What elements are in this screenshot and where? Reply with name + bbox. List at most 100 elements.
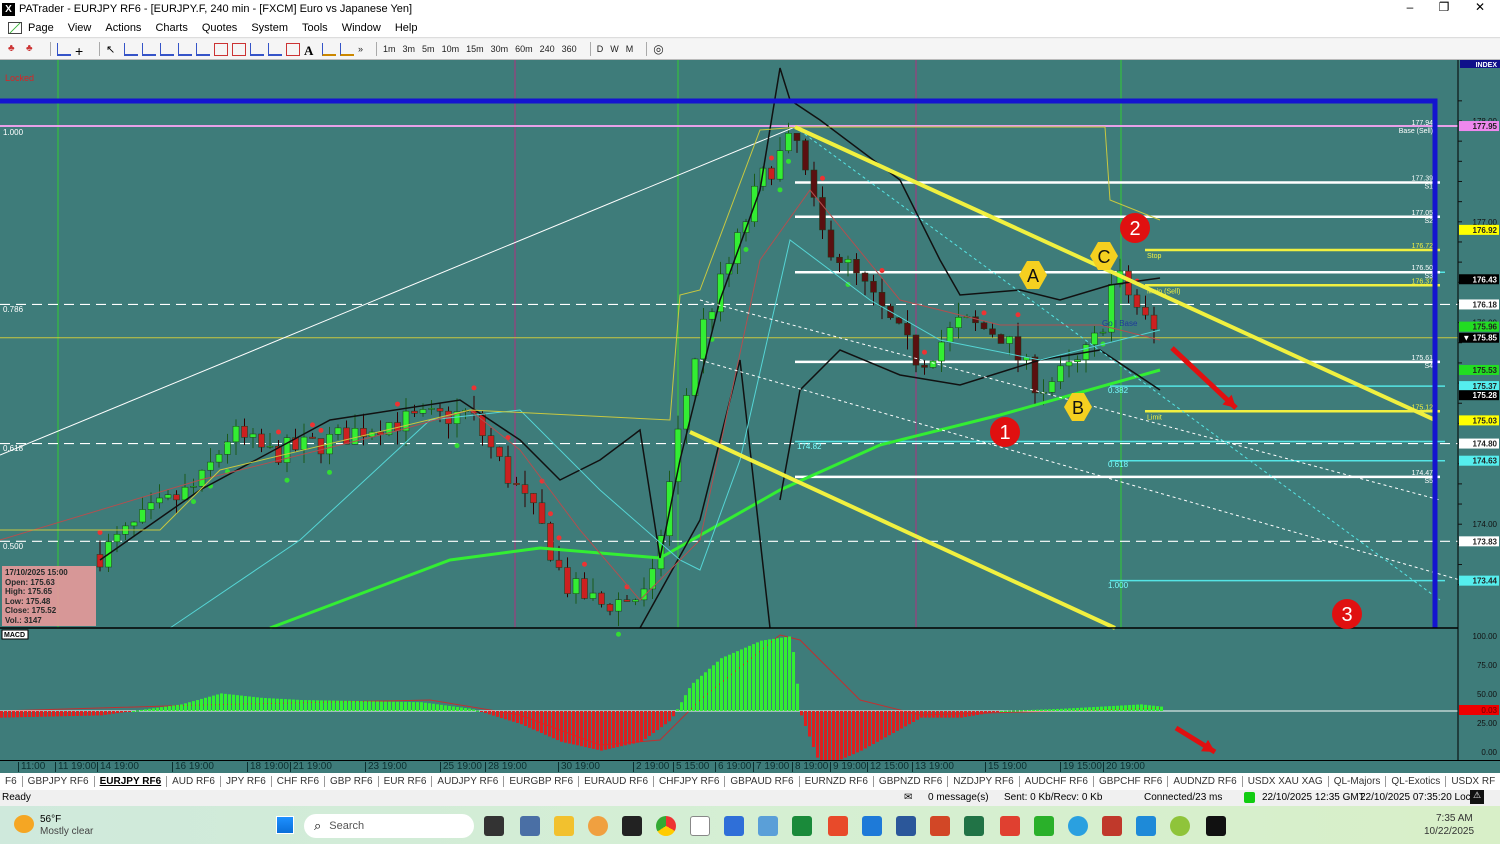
symbol-tab[interactable]: EURJPY RF6 (95, 776, 168, 787)
toolbar-more-button[interactable]: » (358, 44, 363, 54)
symbol-tab[interactable]: USDX RF (1446, 776, 1500, 787)
minimize-button[interactable]: – (1393, 0, 1427, 14)
timeframe-60m[interactable]: 60m (515, 44, 533, 54)
symbol-tab[interactable]: F6 (0, 776, 23, 787)
smr-app-icon[interactable] (1206, 816, 1226, 836)
store-icon[interactable] (1136, 816, 1156, 836)
file-explorer-icon[interactable] (554, 816, 574, 836)
symbol-tab[interactable]: QL-Exotics (1386, 776, 1447, 787)
macd-bar-negative (548, 711, 551, 737)
close-button[interactable]: ✕ (1463, 0, 1497, 14)
symbol-tab[interactable]: EUR RF6 (379, 776, 433, 787)
objects-icon[interactable]: ♣ (8, 43, 22, 56)
symbol-tab[interactable]: JPY RF6 (221, 776, 272, 787)
clock-time[interactable]: 7:35 AM (1436, 813, 1473, 824)
symbol-tab[interactable]: AUDJPY RF6 (432, 776, 505, 787)
horizontal-line-icon[interactable] (124, 42, 138, 56)
fib-fan-icon[interactable] (196, 42, 210, 56)
toolbox-icon[interactable] (1102, 816, 1122, 836)
symbol-tab[interactable]: NZDJPY RF6 (948, 776, 1020, 787)
period-monthly[interactable]: M (626, 44, 634, 54)
period-daily[interactable]: D (597, 44, 604, 54)
timeframe-5m[interactable]: 5m (422, 44, 435, 54)
menu-system[interactable]: System (251, 22, 288, 34)
chart-type-icon[interactable] (57, 42, 71, 56)
app-icon[interactable] (588, 816, 608, 836)
telegram-icon[interactable] (1068, 816, 1088, 836)
task-view-icon[interactable] (484, 816, 504, 836)
c-app-icon[interactable] (1000, 816, 1020, 836)
s-app-icon[interactable] (828, 816, 848, 836)
menu-help[interactable]: Help (395, 22, 418, 34)
vertical-line-icon[interactable] (142, 42, 156, 56)
symbol-tab[interactable]: GBP RF6 (325, 776, 379, 787)
patrader-icon[interactable] (690, 816, 710, 836)
timeframe-360[interactable]: 360 (562, 44, 577, 54)
symbol-tab[interactable]: QL-Majors (1329, 776, 1387, 787)
text-tool-icon[interactable]: A (304, 43, 318, 58)
symbol-tab[interactable]: GBPAUD RF6 (725, 776, 800, 787)
symbol-tab[interactable]: AUDNZD RF6 (1168, 776, 1243, 787)
objects2-icon[interactable]: ♣ (26, 43, 40, 56)
level-price-label: 176.72 (1412, 243, 1434, 250)
menu-window[interactable]: Window (342, 22, 381, 34)
price-chart[interactable]: 177.39S1177.05S2176.72Stop176.50S3176.37… (0, 60, 1500, 760)
symbol-tab[interactable]: AUDCHF RF6 (1020, 776, 1094, 787)
timeframe-15m[interactable]: 15m (466, 44, 484, 54)
symbol-tab[interactable]: GBPNZD RF6 (874, 776, 949, 787)
calculator-icon[interactable] (520, 816, 540, 836)
symbol-tab[interactable]: GBPJPY RF6 (23, 776, 95, 787)
symbol-tab[interactable]: GBPCHF RF6 (1094, 776, 1169, 787)
cycle-lines-icon[interactable] (268, 42, 282, 56)
symbol-tab[interactable]: USDX XAU XAG (1243, 776, 1329, 787)
menu-view[interactable]: View (68, 22, 92, 34)
timeframe-3m[interactable]: 3m (403, 44, 416, 54)
search-box[interactable]: ⌕ Search (304, 814, 474, 838)
menu-quotes[interactable]: Quotes (202, 22, 237, 34)
word-icon[interactable] (896, 816, 916, 836)
menu-charts[interactable]: Charts (155, 22, 187, 34)
period-weekly[interactable]: W (610, 44, 619, 54)
channel-icon[interactable] (250, 42, 264, 56)
timeframe-30m[interactable]: 30m (491, 44, 509, 54)
start-icon[interactable] (276, 816, 294, 834)
fan-icon[interactable] (178, 42, 192, 56)
chrome-icon[interactable] (656, 816, 676, 836)
symbol-tab[interactable]: EURNZD RF6 (800, 776, 874, 787)
symbol-tab[interactable]: EURAUD RF6 (579, 776, 655, 787)
fib-retracement-icon[interactable] (214, 42, 228, 56)
rectangle-icon[interactable] (286, 42, 300, 56)
fib-extension-icon[interactable] (232, 42, 246, 56)
timeframe-240[interactable]: 240 (540, 44, 555, 54)
symbol-tab[interactable]: EURGBP RF6 (504, 776, 580, 787)
maximize-button[interactable]: ❐ (1427, 0, 1461, 14)
clock-date[interactable]: 10/22/2025 (1424, 826, 1474, 837)
timeframe-10m[interactable]: 10m (442, 44, 460, 54)
symbol-tab[interactable]: CHF RF6 (272, 776, 326, 787)
menu-actions[interactable]: Actions (105, 22, 141, 34)
c-app2-icon[interactable] (1034, 816, 1054, 836)
pointer-icon[interactable]: ↖ (106, 43, 120, 56)
menu-page[interactable]: Page (28, 22, 54, 34)
s-app2-icon[interactable] (862, 816, 882, 836)
weather-icon[interactable] (14, 815, 34, 833)
symbol-tab[interactable]: CHFJPY RF6 (654, 776, 726, 787)
levels-icon[interactable] (322, 42, 336, 56)
menu-tools[interactable]: Tools (302, 22, 328, 34)
image-viewer-icon[interactable] (758, 816, 778, 836)
terminal-icon[interactable] (622, 816, 642, 836)
alert-icon[interactable]: ⚠ (1470, 790, 1484, 804)
levels2-icon[interactable] (340, 42, 354, 56)
excel-icon[interactable] (964, 816, 984, 836)
timeframe-1m[interactable]: 1m (383, 44, 396, 54)
w-app-icon[interactable] (1170, 816, 1190, 836)
trading-app-icon[interactable] (792, 816, 812, 836)
trendline-icon[interactable] (160, 42, 174, 56)
weather-desc[interactable]: Mostly clear (40, 826, 93, 837)
weather-temp[interactable]: 56°F (40, 814, 61, 825)
powerpoint-icon[interactable] (930, 816, 950, 836)
symbol-tab[interactable]: AUD RF6 (167, 776, 221, 787)
crosshair-icon[interactable]: + (75, 43, 89, 59)
notepad-icon[interactable] (724, 816, 744, 836)
clock-icon[interactable]: ◎ (653, 42, 663, 56)
